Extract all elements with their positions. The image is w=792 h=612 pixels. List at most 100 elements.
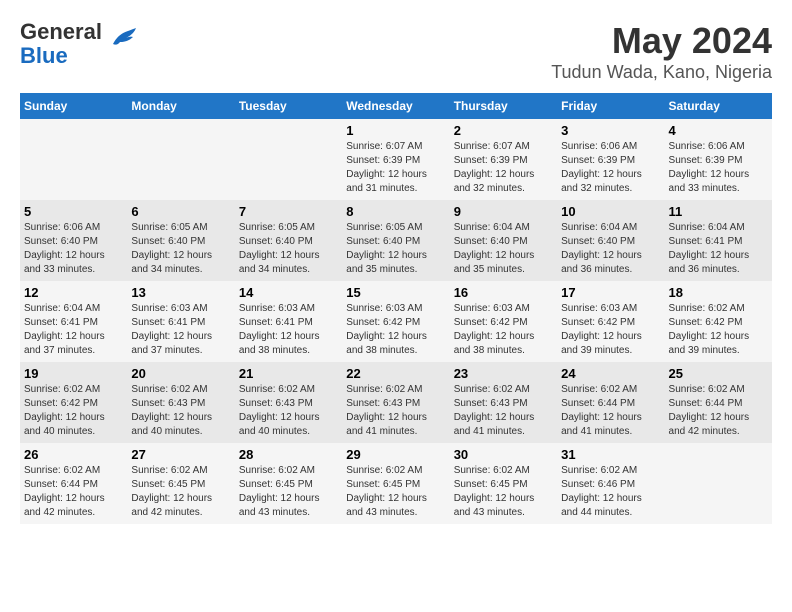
day-info: Sunrise: 6:04 AM Sunset: 6:40 PM Dayligh…: [561, 221, 660, 277]
day-number: 24: [561, 366, 660, 381]
calendar-week-row: 12 Sunrise: 6:04 AM Sunset: 6:41 PM Dayli…: [20, 281, 772, 362]
day-number: 19: [24, 366, 123, 381]
day-info: Sunrise: 6:04 AM Sunset: 6:40 PM Dayligh…: [454, 221, 553, 277]
calendar-week-row: 1 Sunrise: 6:07 AM Sunset: 6:39 PM Daylig…: [20, 119, 772, 200]
logo-bird-icon: [108, 26, 138, 53]
calendar-cell: 4 Sunrise: 6:06 AM Sunset: 6:39 PM Daylig…: [665, 119, 772, 200]
day-number: 14: [239, 285, 338, 300]
day-number: 25: [669, 366, 768, 381]
day-number: 1: [346, 123, 445, 138]
day-number: 17: [561, 285, 660, 300]
calendar-cell: [235, 119, 342, 200]
day-info: Sunrise: 6:02 AM Sunset: 6:43 PM Dayligh…: [454, 383, 553, 439]
calendar-cell: 14 Sunrise: 6:03 AM Sunset: 6:41 PM Dayli…: [235, 281, 342, 362]
day-number: 15: [346, 285, 445, 300]
calendar-cell: 19 Sunrise: 6:02 AM Sunset: 6:42 PM Dayli…: [20, 362, 127, 443]
weekday-header-wednesday: Wednesday: [342, 93, 449, 119]
calendar-cell: 12 Sunrise: 6:04 AM Sunset: 6:41 PM Dayli…: [20, 281, 127, 362]
day-number: 20: [131, 366, 230, 381]
day-info: Sunrise: 6:02 AM Sunset: 6:42 PM Dayligh…: [24, 383, 123, 439]
calendar-cell: 15 Sunrise: 6:03 AM Sunset: 6:42 PM Dayli…: [342, 281, 449, 362]
day-number: 30: [454, 447, 553, 462]
day-number: 26: [24, 447, 123, 462]
day-number: 27: [131, 447, 230, 462]
day-number: 9: [454, 204, 553, 219]
calendar-week-row: 5 Sunrise: 6:06 AM Sunset: 6:40 PM Daylig…: [20, 200, 772, 281]
day-info: Sunrise: 6:02 AM Sunset: 6:44 PM Dayligh…: [24, 464, 123, 520]
day-info: Sunrise: 6:05 AM Sunset: 6:40 PM Dayligh…: [346, 221, 445, 277]
day-number: 2: [454, 123, 553, 138]
calendar-cell: 9 Sunrise: 6:04 AM Sunset: 6:40 PM Daylig…: [450, 200, 557, 281]
day-number: 11: [669, 204, 768, 219]
day-info: Sunrise: 6:03 AM Sunset: 6:42 PM Dayligh…: [346, 302, 445, 358]
calendar-cell: 24 Sunrise: 6:02 AM Sunset: 6:44 PM Dayli…: [557, 362, 664, 443]
location-title: Tudun Wada, Kano, Nigeria: [551, 62, 772, 83]
calendar-cell: 3Sunrise: 6:06 AM Sunset: 6:39 PM Daylig…: [557, 119, 664, 200]
day-info: Sunrise: 6:06 AM Sunset: 6:40 PM Dayligh…: [24, 221, 123, 277]
calendar-cell: 1 Sunrise: 6:07 AM Sunset: 6:39 PM Daylig…: [342, 119, 449, 200]
day-info: Sunrise: 6:05 AM Sunset: 6:40 PM Dayligh…: [239, 221, 338, 277]
calendar-cell: 17 Sunrise: 6:03 AM Sunset: 6:42 PM Dayli…: [557, 281, 664, 362]
day-info: Sunrise: 6:07 AM Sunset: 6:39 PM Dayligh…: [346, 140, 445, 196]
calendar-cell: 26 Sunrise: 6:02 AM Sunset: 6:44 PM Dayli…: [20, 443, 127, 524]
calendar-cell: 11 Sunrise: 6:04 AM Sunset: 6:41 PM Dayli…: [665, 200, 772, 281]
calendar-cell: 27 Sunrise: 6:02 AM Sunset: 6:45 PM Dayli…: [127, 443, 234, 524]
calendar-cell: 2 Sunrise: 6:07 AM Sunset: 6:39 PM Daylig…: [450, 119, 557, 200]
day-info: Sunrise: 6:02 AM Sunset: 6:43 PM Dayligh…: [131, 383, 230, 439]
day-info: Sunrise: 6:02 AM Sunset: 6:46 PM Dayligh…: [561, 464, 660, 520]
title-section: May 2024 Tudun Wada, Kano, Nigeria: [551, 20, 772, 83]
day-number: 28: [239, 447, 338, 462]
day-info: Sunrise: 6:05 AM Sunset: 6:40 PM Dayligh…: [131, 221, 230, 277]
day-info: Sunrise: 6:02 AM Sunset: 6:42 PM Dayligh…: [669, 302, 768, 358]
calendar-cell: 22 Sunrise: 6:02 AM Sunset: 6:43 PM Dayli…: [342, 362, 449, 443]
calendar-cell: 20 Sunrise: 6:02 AM Sunset: 6:43 PM Dayli…: [127, 362, 234, 443]
day-number: 23: [454, 366, 553, 381]
day-info: Sunrise: 6:03 AM Sunset: 6:42 PM Dayligh…: [561, 302, 660, 358]
calendar-cell: [20, 119, 127, 200]
day-number: 12: [24, 285, 123, 300]
weekday-header-thursday: Thursday: [450, 93, 557, 119]
day-info: Sunrise: 6:04 AM Sunset: 6:41 PM Dayligh…: [669, 221, 768, 277]
page-header: General Blue May 2024 Tudun Wada, Kano, …: [20, 20, 772, 83]
day-info: Sunrise: 6:02 AM Sunset: 6:43 PM Dayligh…: [346, 383, 445, 439]
logo: General Blue: [20, 20, 138, 68]
calendar-cell: 25Sunrise: 6:02 AM Sunset: 6:44 PM Dayli…: [665, 362, 772, 443]
calendar-cell: 10 Sunrise: 6:04 AM Sunset: 6:40 PM Dayli…: [557, 200, 664, 281]
day-info: Sunrise: 6:03 AM Sunset: 6:41 PM Dayligh…: [239, 302, 338, 358]
day-info: Sunrise: 6:02 AM Sunset: 6:45 PM Dayligh…: [454, 464, 553, 520]
day-number: 4: [669, 123, 768, 138]
day-info: Sunrise: 6:02 AM Sunset: 6:44 PM Dayligh…: [561, 383, 660, 439]
calendar-cell: 6Sunrise: 6:05 AM Sunset: 6:40 PM Daylig…: [127, 200, 234, 281]
calendar-cell: 18Sunrise: 6:02 AM Sunset: 6:42 PM Dayli…: [665, 281, 772, 362]
day-number: 31: [561, 447, 660, 462]
day-info: Sunrise: 6:07 AM Sunset: 6:39 PM Dayligh…: [454, 140, 553, 196]
calendar-cell: 7Sunrise: 6:05 AM Sunset: 6:40 PM Daylig…: [235, 200, 342, 281]
day-info: Sunrise: 6:03 AM Sunset: 6:42 PM Dayligh…: [454, 302, 553, 358]
day-number: 16: [454, 285, 553, 300]
weekday-header-saturday: Saturday: [665, 93, 772, 119]
weekday-header-monday: Monday: [127, 93, 234, 119]
weekday-header-sunday: Sunday: [20, 93, 127, 119]
calendar-cell: 21 Sunrise: 6:02 AM Sunset: 6:43 PM Dayli…: [235, 362, 342, 443]
day-info: Sunrise: 6:03 AM Sunset: 6:41 PM Dayligh…: [131, 302, 230, 358]
calendar-cell: 8 Sunrise: 6:05 AM Sunset: 6:40 PM Daylig…: [342, 200, 449, 281]
day-number: 22: [346, 366, 445, 381]
day-info: Sunrise: 6:06 AM Sunset: 6:39 PM Dayligh…: [669, 140, 768, 196]
calendar-cell: 29Sunrise: 6:02 AM Sunset: 6:45 PM Dayli…: [342, 443, 449, 524]
day-number: 10: [561, 204, 660, 219]
day-info: Sunrise: 6:02 AM Sunset: 6:45 PM Dayligh…: [346, 464, 445, 520]
day-number: 3: [561, 123, 660, 138]
logo-text: General Blue: [20, 20, 102, 68]
weekday-header-row: SundayMondayTuesdayWednesdayThursdayFrid…: [20, 93, 772, 119]
day-info: Sunrise: 6:02 AM Sunset: 6:43 PM Dayligh…: [239, 383, 338, 439]
month-title: May 2024: [551, 20, 772, 62]
day-number: 5: [24, 204, 123, 219]
calendar-cell: [127, 119, 234, 200]
day-info: Sunrise: 6:04 AM Sunset: 6:41 PM Dayligh…: [24, 302, 123, 358]
day-number: 21: [239, 366, 338, 381]
day-info: Sunrise: 6:02 AM Sunset: 6:45 PM Dayligh…: [131, 464, 230, 520]
day-number: 8: [346, 204, 445, 219]
calendar-cell: 13 Sunrise: 6:03 AM Sunset: 6:41 PM Dayli…: [127, 281, 234, 362]
calendar-cell: 30 Sunrise: 6:02 AM Sunset: 6:45 PM Dayli…: [450, 443, 557, 524]
day-number: 13: [131, 285, 230, 300]
